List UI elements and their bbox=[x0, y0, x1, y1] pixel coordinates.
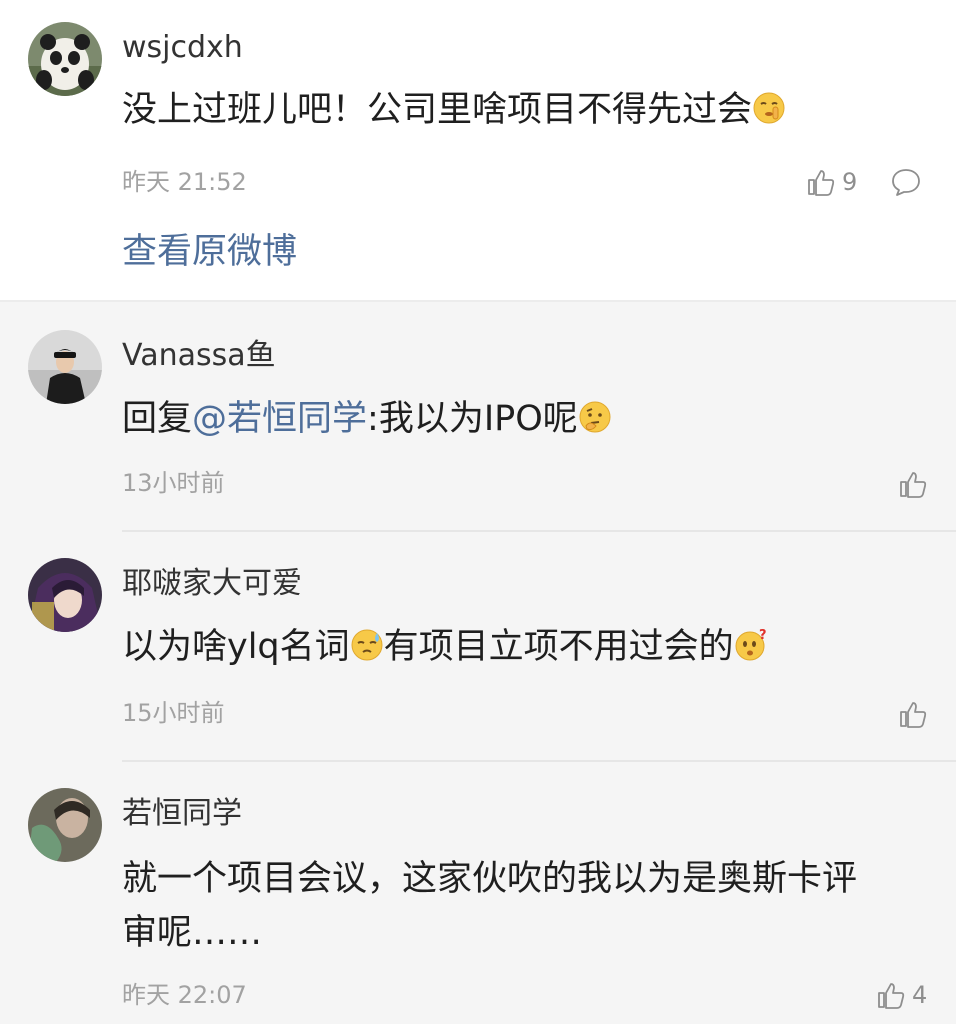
reply-text-part-1: 以为啥ylq名词 bbox=[122, 627, 350, 667]
reply-content-line-1: 就一个项目会议，这家伙吹的我以为是奥斯卡评 bbox=[122, 859, 858, 899]
reply-text: :我以为IPO呢 bbox=[367, 399, 578, 439]
reply-content: 回复@若恒同学:我以为IPO呢 bbox=[122, 394, 612, 444]
confused-emoji-icon: ? bbox=[735, 628, 767, 661]
like-button[interactable] bbox=[898, 698, 928, 730]
divider bbox=[122, 530, 956, 532]
thumbs-up-icon bbox=[808, 170, 835, 196]
avatar[interactable] bbox=[28, 22, 102, 96]
reply-text-part-2: 有项目立项不用过会的 bbox=[383, 627, 734, 667]
svg-text:?: ? bbox=[759, 628, 767, 643]
sweat-emoji-icon bbox=[351, 629, 383, 661]
shush-emoji-icon bbox=[753, 92, 785, 124]
person-avatar-image bbox=[28, 330, 102, 404]
like-button[interactable]: 9 bbox=[806, 166, 857, 198]
portrait-avatar-image bbox=[28, 788, 102, 862]
like-count: 4 bbox=[912, 981, 928, 1009]
reply-prefix: 回复 bbox=[122, 399, 193, 439]
avatar[interactable] bbox=[28, 788, 102, 862]
reply-content: 以为啥ylq名词 有项目立项不用过会的 ? bbox=[122, 622, 768, 672]
timestamp: 13小时前 bbox=[122, 469, 225, 497]
mention-link[interactable]: @若恒同学 bbox=[192, 399, 367, 439]
like-button[interactable]: 4 bbox=[876, 979, 927, 1011]
replies-section: Vanassa鱼 回复@若恒同学:我以为IPO呢 13小时前 耶啵家大可爱 以为… bbox=[0, 300, 956, 1024]
timestamp: 昨天 21:52 bbox=[122, 168, 247, 196]
reply-content-line-2: 审呢…… bbox=[122, 913, 263, 953]
timestamp: 昨天 22:07 bbox=[122, 981, 247, 1009]
main-comment: wsjcdxh 没上过班儿吧！公司里啥项目不得先过会 昨天 21:52 9 查看… bbox=[0, 0, 956, 300]
thinking-emoji-icon bbox=[579, 401, 611, 433]
comment-bubble-icon bbox=[892, 169, 920, 196]
reply-button[interactable] bbox=[890, 167, 922, 201]
avatar[interactable] bbox=[28, 330, 102, 404]
thumbs-up-icon bbox=[878, 983, 905, 1009]
like-button[interactable] bbox=[898, 468, 928, 500]
divider bbox=[122, 760, 956, 762]
username[interactable]: 耶啵家大可爱 bbox=[122, 566, 302, 602]
anime-avatar-image bbox=[28, 558, 102, 632]
panda-avatar-image bbox=[28, 22, 102, 96]
comment-content: 没上过班儿吧！公司里啥项目不得先过会 bbox=[122, 85, 786, 135]
timestamp: 15小时前 bbox=[122, 699, 225, 727]
avatar[interactable] bbox=[28, 558, 102, 632]
view-original-weibo-link[interactable]: 查看原微博 bbox=[122, 230, 297, 274]
username[interactable]: wsjcdxh bbox=[122, 30, 243, 66]
thumbs-up-icon bbox=[900, 702, 927, 728]
username[interactable]: Vanassa鱼 bbox=[122, 338, 276, 374]
comment-text: 没上过班儿吧！公司里啥项目不得先过会 bbox=[122, 90, 753, 130]
username[interactable]: 若恒同学 bbox=[122, 796, 242, 832]
like-count: 9 bbox=[842, 168, 858, 196]
thumbs-up-icon bbox=[900, 472, 927, 498]
